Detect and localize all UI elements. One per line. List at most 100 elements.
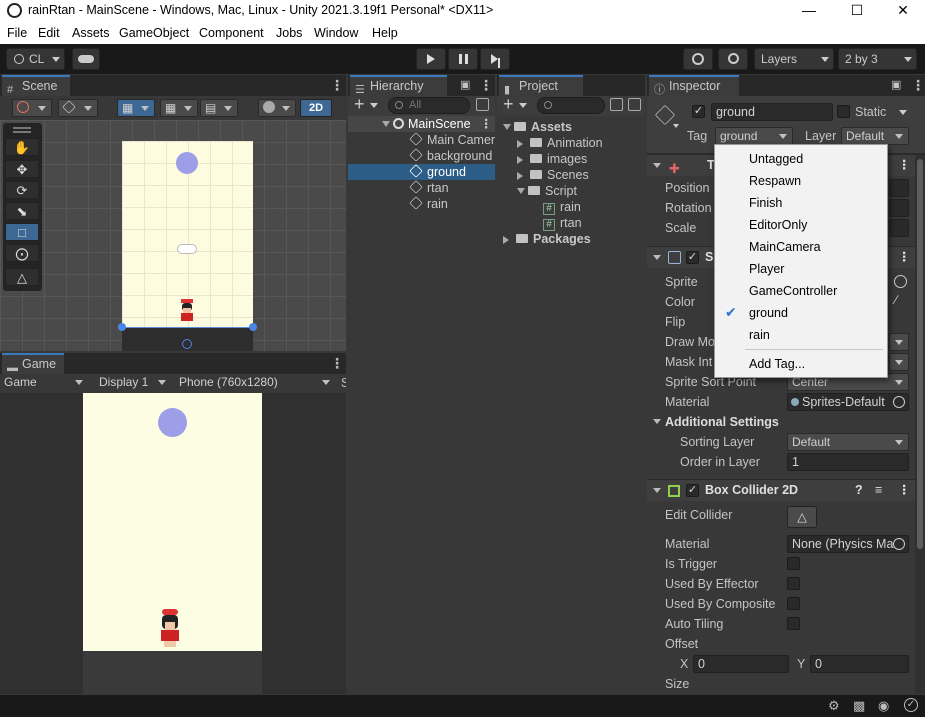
draw-mode-field[interactable] xyxy=(889,333,909,351)
kebab-icon[interactable]: ⋮ xyxy=(898,480,911,501)
lighting-dropdown[interactable] xyxy=(258,99,296,117)
foldout-arrow-icon[interactable] xyxy=(653,488,661,497)
used-by-effector-checkbox[interactable] xyxy=(787,577,800,590)
hierarchy-item-background[interactable]: background xyxy=(348,148,495,164)
is-trigger-checkbox[interactable] xyxy=(787,557,800,570)
add-icon[interactable]: + xyxy=(503,94,514,115)
edit-collider-button[interactable]: △ xyxy=(787,506,817,528)
project-packages-folder[interactable]: Packages xyxy=(497,231,645,247)
kebab-icon[interactable]: ⋮ xyxy=(911,77,925,94)
project-assets-folder[interactable]: Assets xyxy=(497,119,645,135)
tag-option-ground[interactable]: ground xyxy=(749,306,788,320)
kebab-icon[interactable]: ⋮ xyxy=(898,155,911,176)
offset-y-input[interactable]: 0 xyxy=(810,655,909,673)
layers-dropdown[interactable]: Layers xyxy=(754,48,834,70)
progress-icon[interactable]: ◉ xyxy=(878,698,889,714)
menu-help[interactable]: Help xyxy=(372,26,398,40)
search-button[interactable] xyxy=(718,48,748,70)
tab-inspector[interactable]: ⓘ Inspector xyxy=(649,75,739,96)
sorting-layer-dropdown[interactable]: Default xyxy=(787,433,909,451)
expand-arrow-icon[interactable] xyxy=(503,236,513,244)
tag-option-finish[interactable]: Finish xyxy=(749,196,782,210)
tag-option-respawn[interactable]: Respawn xyxy=(749,174,801,188)
filter-type-icon[interactable] xyxy=(610,98,623,111)
project-folder-images[interactable]: images xyxy=(497,151,645,167)
inspector-scrollbar[interactable] xyxy=(915,155,925,694)
hierarchy-item-rtan[interactable]: rtan xyxy=(348,180,495,196)
kebab-icon[interactable]: ⋮ xyxy=(479,77,493,94)
additional-settings-label[interactable]: Additional Settings xyxy=(665,415,779,429)
expand-arrow-icon[interactable] xyxy=(517,188,525,198)
tag-option-gamecontroller[interactable]: GameController xyxy=(749,284,837,298)
menu-component[interactable]: Component xyxy=(199,26,264,40)
increment-snap-dropdown[interactable]: ▤ xyxy=(200,99,238,117)
render-mode-dropdown[interactable] xyxy=(58,99,98,117)
box-collider-header[interactable]: ✓ Box Collider 2D ? ≡ ⋮ xyxy=(647,479,925,501)
tab-game[interactable]: ▬ Game xyxy=(2,353,64,374)
scene-search-icon[interactable] xyxy=(476,98,489,111)
scale-field[interactable] xyxy=(889,219,909,237)
tag-option-untagged[interactable]: Untagged xyxy=(749,152,803,166)
transform-tool-icon[interactable]: ⨀ xyxy=(5,244,39,262)
history-button[interactable] xyxy=(683,48,713,70)
offset-x-input[interactable]: 0 xyxy=(693,655,789,673)
cache-server-icon[interactable]: ▩ xyxy=(853,698,865,714)
menu-assets[interactable]: Assets xyxy=(72,26,110,40)
order-in-layer-input[interactable]: 1 xyxy=(787,453,909,471)
maximize-icon[interactable]: ☐ xyxy=(834,0,880,22)
box-collider-enabled-checkbox[interactable]: ✓ xyxy=(686,484,699,497)
used-by-composite-checkbox[interactable] xyxy=(787,597,800,610)
tag-option-editoronly[interactable]: EditorOnly xyxy=(749,218,807,232)
expand-arrow-icon[interactable] xyxy=(517,140,527,148)
preset-icon[interactable]: ≡ xyxy=(875,480,882,501)
draw-mode-dropdown[interactable] xyxy=(12,99,52,117)
object-name-input[interactable]: ground xyxy=(711,103,833,121)
kebab-icon[interactable]: ⋮ xyxy=(330,355,344,372)
gizmo-toggle-dropdown[interactable]: ▦ xyxy=(117,99,155,117)
object-picker-icon[interactable] xyxy=(893,396,905,408)
menu-edit[interactable]: Edit xyxy=(38,26,60,40)
expand-arrow-icon[interactable] xyxy=(503,124,511,134)
position-field[interactable] xyxy=(889,179,909,197)
tag-option-rain[interactable]: rain xyxy=(749,328,770,342)
tag-option-player[interactable]: Player xyxy=(749,262,784,276)
menu-window[interactable]: Window xyxy=(314,26,358,40)
material-field[interactable]: Sprites-Default xyxy=(787,393,909,411)
custom-tool-icon[interactable]: △ xyxy=(5,268,39,286)
tab-hierarchy[interactable]: ☰ Hierarchy xyxy=(350,75,447,96)
mask-interaction-field[interactable] xyxy=(889,353,909,371)
expand-arrow-icon[interactable] xyxy=(382,121,390,131)
game-view-dropdown[interactable]: Game xyxy=(0,374,88,392)
menu-file[interactable]: File xyxy=(7,26,27,40)
rtan-character-sprite[interactable] xyxy=(179,299,195,321)
tag-option-maincamera[interactable]: MainCamera xyxy=(749,240,821,254)
display-dropdown[interactable]: Display 1 xyxy=(95,374,171,392)
hand-tool-icon[interactable]: ✋ xyxy=(5,138,39,156)
rect-handle-right[interactable] xyxy=(249,323,257,331)
2d-toggle-button[interactable]: 2D xyxy=(300,99,332,117)
project-search-input[interactable] xyxy=(537,97,605,114)
static-checkbox[interactable] xyxy=(837,105,850,118)
help-icon[interactable]: ? xyxy=(855,480,863,501)
hierarchy-search-input[interactable]: All xyxy=(388,97,470,114)
tag-dropdown[interactable]: ground xyxy=(715,127,793,145)
rain-drop-sprite[interactable] xyxy=(176,152,198,174)
layer-dropdown[interactable]: Default xyxy=(841,127,909,145)
kebab-icon[interactable]: ⋮ xyxy=(480,116,493,132)
foldout-arrow-icon[interactable] xyxy=(653,419,661,428)
eyedropper-icon[interactable]: ∕ xyxy=(895,293,897,307)
scale-tool-icon[interactable]: ⬊ xyxy=(5,202,39,220)
lock-icon[interactable]: ▣ xyxy=(460,78,470,91)
project-folder-scenes[interactable]: Scenes xyxy=(497,167,645,183)
rotate-tool-icon[interactable]: ⟳ xyxy=(5,181,39,199)
layout-dropdown[interactable]: 2 by 3 xyxy=(838,48,917,70)
rect-handle-left[interactable] xyxy=(118,323,126,331)
hierarchy-item-ground[interactable]: ground xyxy=(348,164,495,180)
project-folder-animation[interactable]: Animation xyxy=(497,135,645,151)
rect-tool-icon[interactable]: □ xyxy=(5,223,39,241)
foldout-arrow-icon[interactable] xyxy=(653,163,661,172)
close-icon[interactable]: ✕ xyxy=(880,0,925,22)
scrollbar-thumb[interactable] xyxy=(917,159,923,549)
object-picker-icon[interactable] xyxy=(894,275,907,288)
menu-gameobject[interactable]: GameObject xyxy=(119,26,189,40)
